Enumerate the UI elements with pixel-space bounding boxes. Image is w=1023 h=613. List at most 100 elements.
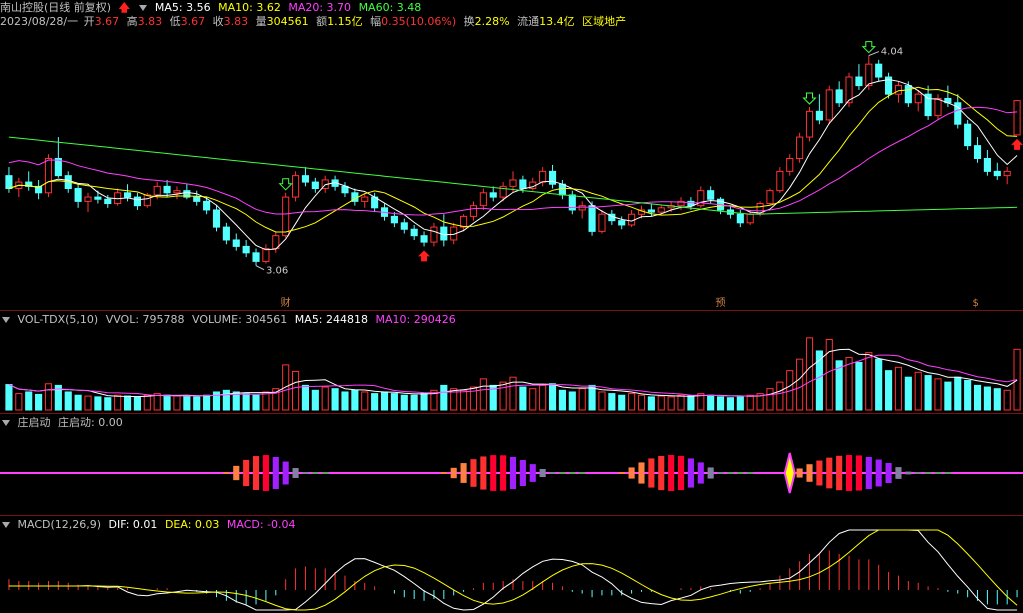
volume-bar	[746, 394, 754, 411]
zhuang-bar	[895, 467, 902, 479]
zhuang-bar	[549, 472, 556, 474]
volume-bar	[637, 394, 646, 411]
candle-body	[647, 209, 655, 213]
high-marker-label: 4.04	[881, 47, 903, 58]
candle-body	[746, 213, 754, 224]
volume-bar	[123, 395, 132, 411]
zhuang-bar	[845, 455, 853, 491]
volume-bar	[954, 376, 962, 411]
zhuang-bar	[470, 459, 477, 487]
volume-bar	[726, 397, 735, 411]
candle-body	[707, 190, 715, 200]
volume-bar	[183, 395, 191, 411]
zhuang-bar	[855, 455, 862, 491]
zhuang-bar	[885, 462, 892, 484]
zhuang-bar	[806, 464, 813, 482]
volume-bar	[252, 394, 260, 411]
candle-body	[964, 123, 972, 147]
zhuang-bar	[272, 456, 279, 490]
volume-bar	[74, 394, 82, 411]
volume-bar	[539, 384, 547, 411]
volume-bar	[875, 358, 883, 411]
candle-body	[776, 170, 784, 192]
zhuang-bar	[934, 472, 942, 474]
volume-bar	[114, 394, 122, 411]
volume-bar	[420, 393, 428, 411]
volume-bar	[855, 361, 863, 411]
zhuang-bar	[490, 455, 497, 491]
volume-bar	[687, 395, 695, 411]
zhuang-bar	[322, 472, 329, 474]
zhuang-bar	[668, 455, 675, 491]
candle-body	[914, 93, 922, 104]
volume-bar	[499, 381, 507, 411]
candle-body	[232, 239, 240, 247]
volume-bar	[519, 386, 527, 411]
zhuang-bar	[697, 462, 704, 484]
volume-bar	[677, 394, 685, 411]
volume-bar	[390, 393, 398, 411]
candle-body	[440, 226, 448, 241]
zhuang-bar	[223, 472, 230, 474]
candle-body	[993, 170, 1001, 177]
candle-body	[578, 205, 586, 211]
volume-bar	[331, 388, 339, 411]
volume-bar	[894, 366, 903, 411]
volume-bar	[558, 389, 566, 411]
volume-bar	[598, 391, 606, 411]
candle-body	[796, 136, 804, 159]
zhuang-bar	[569, 472, 576, 474]
zhuang-bar	[292, 467, 299, 479]
candle-body	[341, 185, 349, 194]
high-marker-line	[868, 51, 879, 57]
zhuang-bar	[638, 462, 645, 484]
volume-bar	[716, 396, 725, 411]
candle-body	[410, 228, 418, 237]
volume-bar	[568, 391, 576, 411]
candle-body	[143, 194, 151, 207]
volume-bar	[203, 394, 211, 411]
candle-body	[628, 213, 636, 226]
volume-bar	[311, 389, 319, 411]
candle-body	[104, 198, 112, 205]
candle-body	[291, 175, 300, 198]
candle-body	[212, 209, 221, 228]
candle-body	[973, 145, 982, 159]
event-label: $	[973, 298, 979, 309]
candle-body	[153, 185, 161, 196]
candle-body	[5, 175, 13, 190]
candle-body	[311, 181, 319, 190]
volume-bar	[904, 376, 912, 411]
candle-body	[865, 63, 873, 87]
volume-bar	[608, 393, 616, 411]
volume-bar	[548, 383, 557, 411]
candle-body	[835, 89, 843, 104]
zhuang-bar	[747, 472, 754, 474]
volume-bar	[440, 384, 448, 411]
volume-bar	[133, 396, 141, 411]
volume-bar	[993, 388, 1001, 411]
volume-bar	[361, 391, 369, 411]
sell-signal-icon	[278, 178, 293, 191]
volume-bar	[934, 378, 942, 411]
zhuang-bar	[559, 472, 566, 474]
candle-body	[203, 200, 211, 211]
zhuang-bar	[460, 463, 467, 483]
candle-body	[262, 248, 270, 262]
sell-signal-icon	[802, 92, 817, 105]
volume-bar	[64, 391, 72, 411]
zhuang-bar	[233, 465, 240, 481]
buy-signal-icon	[1011, 138, 1023, 150]
volume-bar	[163, 394, 171, 411]
zhuang-bar	[915, 472, 922, 474]
zhuang-bar	[875, 459, 882, 487]
zhuang-bar	[312, 472, 319, 474]
candle-body	[598, 213, 606, 232]
stock-chart[interactable]: 4.04 3.06 财 预 $	[0, 0, 1023, 613]
candle-body	[1003, 170, 1011, 177]
volume-bar	[529, 388, 537, 411]
volume-bar	[5, 384, 13, 411]
zhuang-bar	[440, 472, 447, 474]
volume-bar	[242, 393, 250, 411]
volume-bar	[479, 378, 487, 411]
